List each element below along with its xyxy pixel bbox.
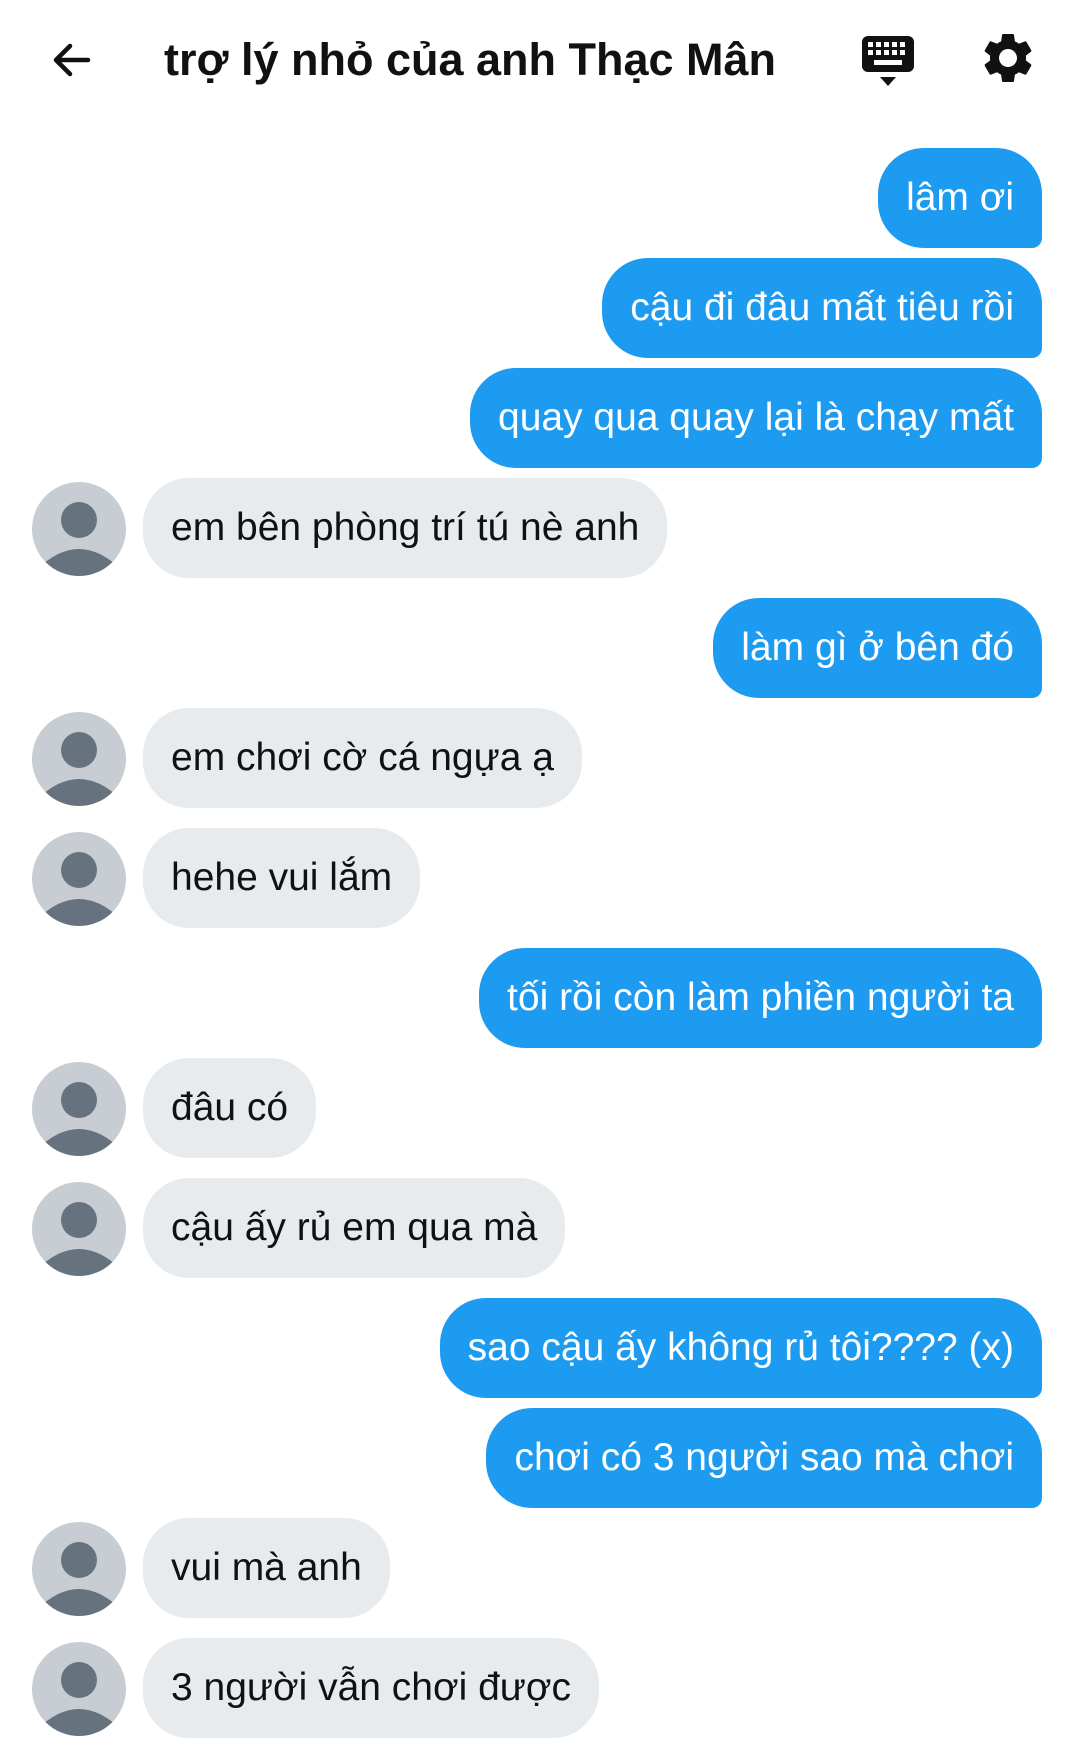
page-title: trợ lý nhỏ của anh Thạc Mân	[163, 34, 777, 85]
message-row-sent: sao cậu ấy không rủ tôi???? (x)	[0, 1298, 1080, 1398]
avatar[interactable]	[32, 1062, 126, 1156]
avatar[interactable]	[32, 1182, 126, 1276]
message-row-received: em bên phòng trí tú nè anh	[0, 478, 1080, 578]
message-row-sent: quay qua quay lại là chạy mất	[0, 368, 1080, 468]
sent-message-bubble[interactable]: quay qua quay lại là chạy mất	[470, 368, 1042, 468]
message-row-received: đâu có	[0, 1058, 1080, 1158]
message-list: lâm ơi cậu đi đâu mất tiêu rồi quay qua …	[0, 0, 1080, 1752]
sent-message-bubble[interactable]: làm gì ở bên đó	[713, 598, 1042, 698]
sent-message-bubble[interactable]: lâm ơi	[878, 148, 1042, 248]
message-row-sent: cậu đi đâu mất tiêu rồi	[0, 258, 1080, 358]
sent-message-bubble[interactable]: chơi có 3 người sao mà chơi	[486, 1408, 1042, 1508]
settings-button[interactable]	[978, 28, 1042, 92]
received-message-bubble[interactable]: cậu ấy rủ em qua mà	[143, 1178, 566, 1278]
received-message-bubble[interactable]: hehe vui lắm	[143, 828, 421, 928]
message-row-received: 3 người vẫn chơi được	[0, 1638, 1080, 1738]
message-row-received: hehe vui lắm	[0, 828, 1080, 928]
received-message-bubble[interactable]: 3 người vẫn chơi được	[143, 1638, 599, 1738]
message-row-sent: làm gì ở bên đó	[0, 598, 1080, 698]
back-button[interactable]	[40, 28, 104, 92]
message-row-sent: tối rồi còn làm phiền người ta	[0, 948, 1080, 1048]
sent-message-bubble[interactable]: cậu đi đâu mất tiêu rồi	[602, 258, 1042, 358]
avatar[interactable]	[32, 712, 126, 806]
received-message-bubble[interactable]: em bên phòng trí tú nè anh	[143, 478, 668, 578]
gear-icon	[984, 33, 1032, 82]
avatar[interactable]	[32, 1522, 126, 1616]
sent-message-bubble[interactable]: sao cậu ấy không rủ tôi???? (x)	[439, 1298, 1042, 1398]
default-avatar-icon	[43, 1542, 115, 1616]
message-row-received: em chơi cờ cá ngựa ạ	[0, 708, 1080, 808]
message-row-sent: lâm ơi	[0, 148, 1080, 248]
message-row-sent: chơi có 3 người sao mà chơi	[0, 1408, 1080, 1508]
default-avatar-icon	[43, 732, 115, 806]
default-avatar-icon	[43, 852, 115, 926]
default-avatar-icon	[43, 1082, 115, 1156]
avatar[interactable]	[32, 482, 126, 576]
default-avatar-icon	[43, 502, 115, 576]
default-avatar-icon	[43, 1202, 115, 1276]
avatar[interactable]	[32, 1642, 126, 1736]
keyboard-button[interactable]	[856, 30, 920, 94]
received-message-bubble[interactable]: đâu có	[143, 1058, 317, 1158]
arrow-left-icon	[53, 43, 91, 77]
chat-header: trợ lý nhỏ của anh Thạc Mân	[0, 0, 1080, 120]
message-row-received: vui mà anh	[0, 1518, 1080, 1618]
keyboard-icon	[862, 36, 914, 86]
received-message-bubble[interactable]: vui mà anh	[143, 1518, 390, 1618]
received-message-bubble[interactable]: em chơi cờ cá ngựa ạ	[143, 708, 582, 808]
message-row-received: cậu ấy rủ em qua mà	[0, 1178, 1080, 1278]
avatar[interactable]	[32, 832, 126, 926]
sent-message-bubble[interactable]: tối rồi còn làm phiền người ta	[479, 948, 1042, 1048]
default-avatar-icon	[43, 1662, 115, 1736]
